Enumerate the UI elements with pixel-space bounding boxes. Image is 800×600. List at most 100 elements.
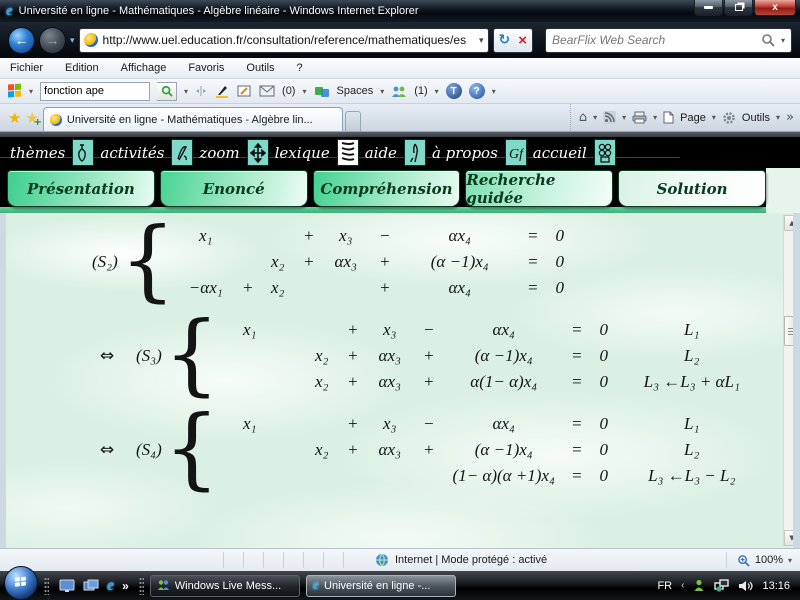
quicklaunch-overflow-icon[interactable]: » xyxy=(122,579,129,593)
zoom-control[interactable]: 100% ▾ xyxy=(725,552,792,568)
windows-flag-icon[interactable] xyxy=(8,83,22,99)
forward-button[interactable]: → xyxy=(39,26,66,54)
tab-recherche-guidee[interactable]: Recherche guidée xyxy=(465,170,614,207)
nav-item-themes[interactable]: thèmes xyxy=(6,139,95,166)
network-icon[interactable] xyxy=(714,579,730,592)
system-label: (S₂) xyxy=(92,252,118,271)
commandbar-overflow-icon[interactable]: » xyxy=(786,110,794,125)
themes-icon[interactable] xyxy=(72,139,95,166)
close-button[interactable]: x xyxy=(754,0,796,16)
search-icon[interactable] xyxy=(761,33,775,47)
highlighter-icon[interactable] xyxy=(214,84,230,99)
add-favorite-icon[interactable]: ★ xyxy=(25,109,42,128)
menu-affichage[interactable]: Affichage xyxy=(121,62,167,74)
page-dropdown-icon[interactable]: ▾ xyxy=(712,113,716,122)
call-icon[interactable]: T xyxy=(445,83,462,99)
zoom-dropdown-icon[interactable]: ▾ xyxy=(788,556,792,565)
nav-item-apropos[interactable]: à propos Gf xyxy=(428,139,527,166)
activites-icon[interactable] xyxy=(171,139,194,166)
search-dropdown-icon[interactable]: ▾ xyxy=(781,36,785,45)
task-windows-live-messenger[interactable]: Windows Live Mess... xyxy=(149,574,300,597)
vertical-scrollbar[interactable]: ▲ ▼ xyxy=(783,215,793,546)
favorites-center-icon[interactable]: ★ xyxy=(8,109,21,127)
nav-item-lexique[interactable]: lexique xyxy=(271,139,359,166)
home-icon[interactable]: ⌂ xyxy=(579,110,587,125)
print-dropdown-icon[interactable]: ▾ xyxy=(653,113,657,122)
menu-outils[interactable]: Outils xyxy=(246,62,274,74)
zoom-icon[interactable] xyxy=(246,139,269,166)
language-indicator[interactable]: FR xyxy=(657,580,672,592)
ie-quicklaunch-icon[interactable]: e xyxy=(107,577,114,594)
stop-icon[interactable]: × xyxy=(518,32,527,49)
web-search-input[interactable] xyxy=(552,33,755,47)
menu-fichier[interactable]: Fichier xyxy=(10,62,43,74)
web-search-box[interactable]: ▾ xyxy=(545,27,792,53)
nav-item-activites[interactable]: activités xyxy=(96,139,194,166)
contacts-dropdown-icon[interactable]: ▾ xyxy=(435,87,439,96)
form-fill-icon[interactable] xyxy=(237,84,252,98)
history-dropdown-icon[interactable]: ▾ xyxy=(70,35,75,46)
nav-item-aide[interactable]: aide xyxy=(361,139,426,166)
menu-help[interactable]: ? xyxy=(297,62,303,74)
toolbar-search-field[interactable] xyxy=(40,81,151,101)
scroll-up-icon[interactable]: ▲ xyxy=(784,215,793,231)
menu-edition[interactable]: Edition xyxy=(65,62,99,74)
tools-dropdown-icon[interactable]: ▾ xyxy=(776,113,780,122)
tools-menu[interactable]: Outils xyxy=(742,112,770,124)
messenger-tray-icon[interactable] xyxy=(693,579,705,592)
mail-icon[interactable] xyxy=(259,85,275,97)
new-tab-button[interactable] xyxy=(344,111,361,131)
status-panes xyxy=(223,549,363,571)
scrollbar-track[interactable] xyxy=(784,231,793,530)
restore-button[interactable] xyxy=(724,0,753,16)
toolbar-help-icon[interactable]: ? xyxy=(468,83,485,99)
switch-windows-icon[interactable] xyxy=(83,579,99,593)
toolbar-help-dropdown-icon[interactable]: ▾ xyxy=(492,87,496,96)
contacts-icon[interactable] xyxy=(391,85,407,98)
tab-enonce[interactable]: Enoncé xyxy=(159,170,308,207)
back-button[interactable]: ← xyxy=(8,26,35,54)
tab-comprehension[interactable]: Compréhension xyxy=(312,170,461,207)
url-input[interactable] xyxy=(102,33,474,47)
feeds-dropdown-icon[interactable]: ▾ xyxy=(622,113,626,122)
toolbar-search-button[interactable] xyxy=(157,81,178,101)
tab-active[interactable]: Université en ligne - Mathématiques - Al… xyxy=(42,107,343,131)
refresh-icon[interactable]: ↻ xyxy=(499,32,511,48)
apropos-icon[interactable]: Gf xyxy=(504,139,527,166)
toolbar-search-dropdown-icon[interactable]: ▾ xyxy=(184,87,188,96)
task-universite-en-ligne[interactable]: e Université en ligne -... xyxy=(305,574,456,597)
volume-icon[interactable] xyxy=(738,580,754,592)
aide-icon[interactable] xyxy=(403,139,426,166)
nav-item-zoom[interactable]: zoom xyxy=(195,139,269,166)
scrollbar-thumb[interactable] xyxy=(784,316,793,346)
show-desktop-icon[interactable] xyxy=(59,579,75,593)
spaces-dropdown-icon[interactable]: ▾ xyxy=(380,87,384,96)
start-button[interactable] xyxy=(4,565,38,600)
lexique-icon[interactable] xyxy=(336,139,359,166)
spaces-label[interactable]: Spaces xyxy=(337,85,374,97)
tab-solution[interactable]: Solution xyxy=(618,170,766,207)
spaces-icon[interactable] xyxy=(314,85,330,98)
tray-expand-icon[interactable]: ‹ xyxy=(681,580,684,591)
print-icon[interactable] xyxy=(632,111,647,124)
address-field[interactable]: ▾ xyxy=(78,27,489,53)
accueil-icon[interactable] xyxy=(593,139,616,166)
nav-item-accueil[interactable]: accueil xyxy=(529,139,616,166)
mail-dropdown-icon[interactable]: ▾ xyxy=(302,87,306,96)
clock[interactable]: 13:16 xyxy=(762,580,790,592)
equation-cell: 0 xyxy=(599,346,608,365)
tab-presentation[interactable]: Présentation xyxy=(7,170,155,207)
toolbar-search-input[interactable] xyxy=(44,85,147,97)
feeds-icon[interactable] xyxy=(603,111,617,124)
equation-cell: = xyxy=(570,466,583,485)
url-dropdown-icon[interactable]: ▾ xyxy=(479,35,484,46)
flag-dropdown-icon[interactable]: ▾ xyxy=(29,87,33,96)
menu-favoris[interactable]: Favoris xyxy=(188,62,224,74)
splitter-icon[interactable] xyxy=(195,85,207,97)
ie-logo-icon: e xyxy=(6,2,13,19)
home-dropdown-icon[interactable]: ▾ xyxy=(593,113,597,122)
scroll-down-icon[interactable]: ▼ xyxy=(784,530,793,546)
equation-cell: x₃ xyxy=(383,414,397,433)
page-menu[interactable]: Page xyxy=(680,112,706,124)
minimize-button[interactable] xyxy=(694,0,723,16)
